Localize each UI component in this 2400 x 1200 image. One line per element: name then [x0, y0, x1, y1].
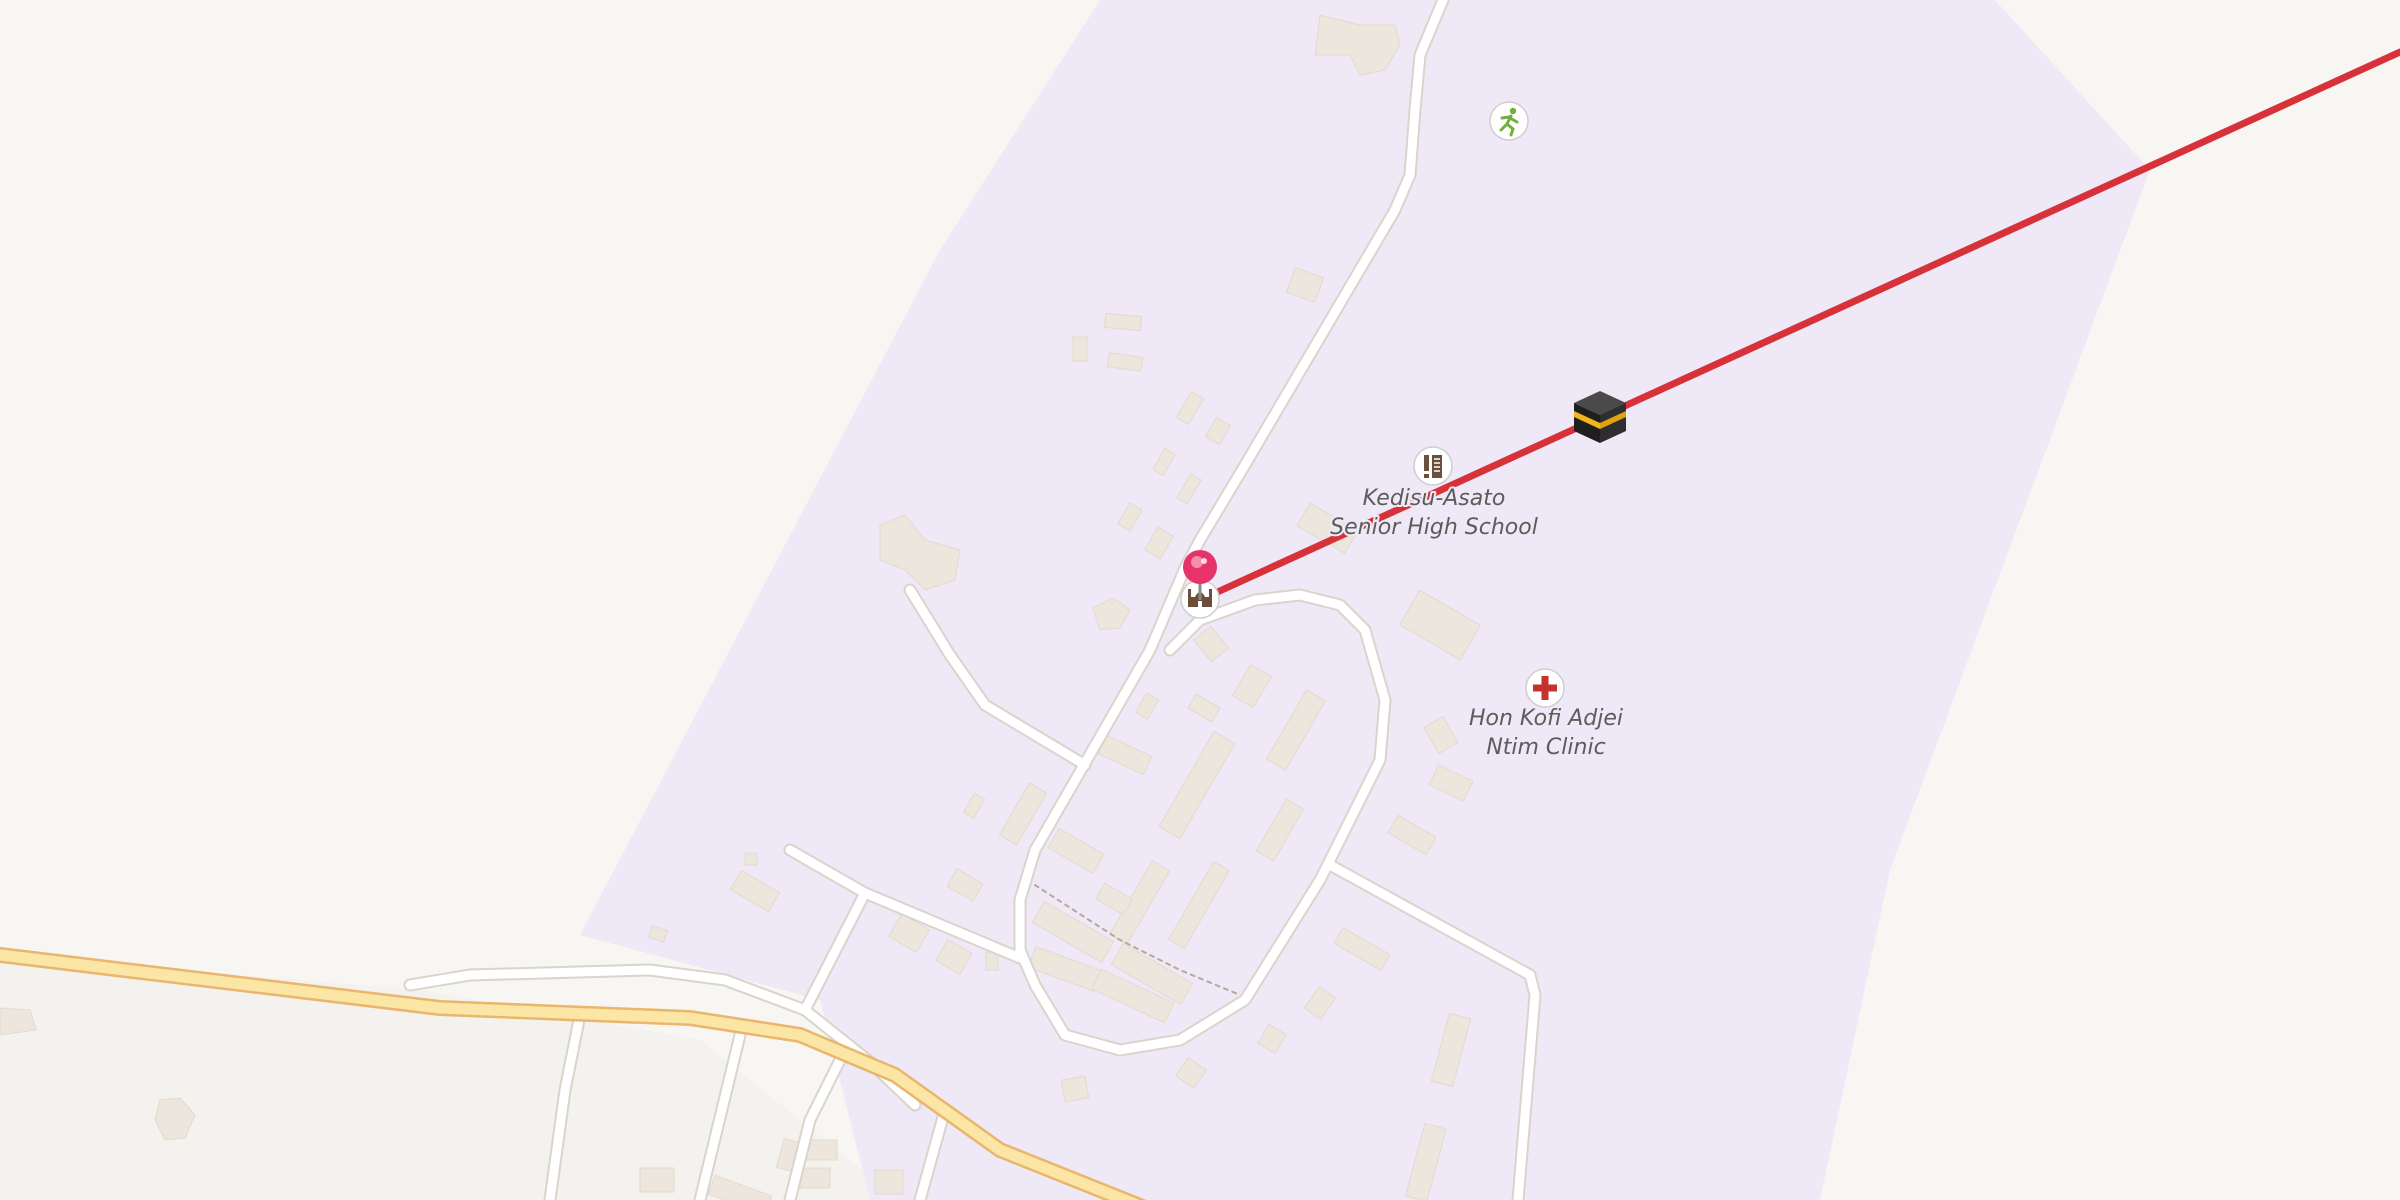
map-layer[interactable]: Kedisu-Asato Senior High School Hon Kofi…: [0, 0, 2400, 1200]
map-canvas[interactable]: Kedisu-Asato Senior High School Hon Kofi…: [0, 0, 2400, 1200]
poi-label-school-line2: Senior High School: [1330, 515, 1538, 540]
school-icon[interactable]: [1413, 446, 1453, 486]
poi-label-school-line1: Kedisu-Asato: [1363, 486, 1506, 511]
running-person-icon[interactable]: [1489, 101, 1529, 141]
poi-label-clinic-line1: Hon Kofi Adjei: [1469, 706, 1623, 731]
poi-label-clinic-line2: Ntim Clinic: [1486, 735, 1605, 760]
clinic-cross-icon[interactable]: [1525, 668, 1565, 708]
